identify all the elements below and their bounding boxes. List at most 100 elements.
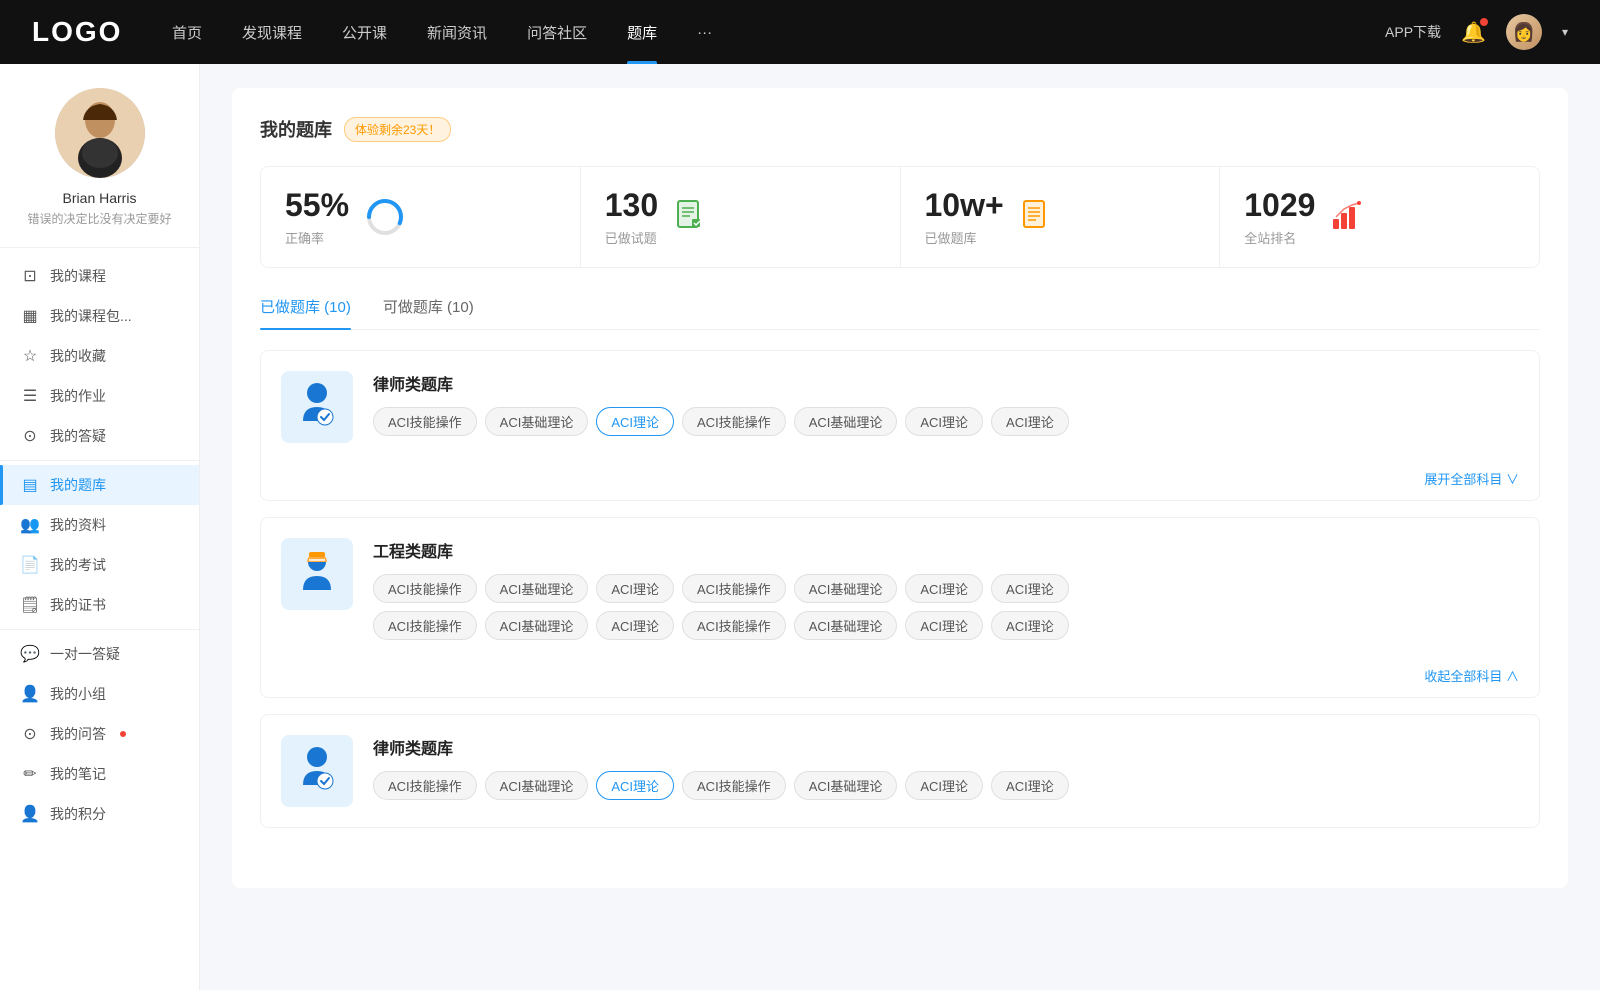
qbank-tag[interactable]: ACI基础理论 [485,611,589,640]
done-questions-label: 已做试题 [605,228,658,247]
rank-number: 1029 [1244,187,1315,224]
tab-available[interactable]: 可做题库 (10) [383,296,474,329]
qbank-tag[interactable]: ACI理论 [991,771,1069,800]
qbank-tag-selected[interactable]: ACI理论 [596,407,674,436]
nav-opencourse[interactable]: 公开课 [322,0,407,64]
qbank-tag[interactable]: ACI理论 [905,771,983,800]
qbank-tag[interactable]: ACI理论 [991,407,1069,436]
sidebar-item-label: 我的课程 [50,266,106,286]
qbank-tag[interactable]: ACI基础理论 [794,407,898,436]
nav-home[interactable]: 首页 [152,0,222,64]
rank-label: 全站排名 [1244,228,1315,247]
app-download[interactable]: APP下载 [1385,22,1441,42]
qbank-icon-engineer [281,538,353,610]
qbank-tag[interactable]: ACI基础理论 [485,574,589,603]
bell-button[interactable]: 🔔 [1461,20,1486,45]
qbank-tags: ACI技能操作 ACI基础理论 ACI理论 ACI技能操作 ACI基础理论 AC… [373,407,1519,436]
sidebar-item-label: 我的积分 [50,804,106,824]
qbank-tag[interactable]: ACI理论 [991,611,1069,640]
qbank-tag[interactable]: ACI基础理论 [794,771,898,800]
sidebar-item-notes[interactable]: ✏ 我的笔记 [0,754,199,794]
qbank-tag[interactable]: ACI基础理论 [485,771,589,800]
qbank-tag[interactable]: ACI理论 [905,407,983,436]
qbank-footer: 展开全部科目 ∨ [261,463,1539,500]
sidebar-profile: Brian Harris 错误的决定比没有决定要好 [0,88,199,248]
qbank-content: 工程类题库 ACI技能操作 ACI基础理论 ACI理论 ACI技能操作 ACI基… [373,538,1519,640]
sidebar-item-groups[interactable]: 👤 我的小组 [0,674,199,714]
qbank-tag[interactable]: ACI理论 [905,574,983,603]
nav-links: 首页 发现课程 公开课 新闻资讯 问答社区 题库 ··· [152,0,1385,64]
qbank-name: 工程类题库 [373,538,1519,562]
question2-icon: ⊙ [20,724,40,744]
sidebar-item-questions[interactable]: ⊙ 我的问答 [0,714,199,754]
qbank-tag-selected[interactable]: ACI理论 [596,771,674,800]
sidebar-item-courses[interactable]: ⊡ 我的课程 [0,256,199,296]
exam-icon: 📄 [20,555,40,575]
qbank-tag[interactable]: ACI技能操作 [682,574,786,603]
question-icon: ⊙ [20,426,40,446]
homework-icon: ☰ [20,386,40,406]
qbank-header: 工程类题库 ACI技能操作 ACI基础理论 ACI理论 ACI技能操作 ACI基… [261,518,1539,660]
qbank-tag[interactable]: ACI技能操作 [682,771,786,800]
sidebar-item-points[interactable]: 👤 我的积分 [0,794,199,834]
notification-dot [120,731,126,737]
nav-news[interactable]: 新闻资讯 [407,0,507,64]
sidebar-item-label: 我的笔记 [50,764,106,784]
nav-discover[interactable]: 发现课程 [222,0,322,64]
sidebar-item-materials[interactable]: 👥 我的资料 [0,505,199,545]
qbank-tag[interactable]: ACI技能操作 [682,407,786,436]
sidebar-item-favorites[interactable]: ☆ 我的收藏 [0,336,199,376]
sidebar-item-certificates[interactable]: 🗒 我的证书 [0,585,199,625]
collapse-button[interactable]: 收起全部科目 ∧ [1424,666,1519,685]
sidebar-item-label: 我的答疑 [50,426,106,446]
sidebar-item-label: 我的资料 [50,515,106,535]
user-name: Brian Harris [63,190,137,206]
qbank-tag[interactable]: ACI基础理论 [794,611,898,640]
main-content: 我的题库 体验剩余23天！ 55% 正确率 [200,64,1600,990]
qbank-icon-lawyer [281,371,353,443]
nav-qbank[interactable]: 题库 [607,0,677,64]
qbank-tag[interactable]: ACI理论 [596,574,674,603]
sidebar-item-qa[interactable]: ⊙ 我的答疑 [0,416,199,456]
qbank-tag[interactable]: ACI技能操作 [682,611,786,640]
nav-qa[interactable]: 问答社区 [507,0,607,64]
sidebar-item-course-packages[interactable]: ▦ 我的课程包... [0,296,199,336]
qbank-name: 律师类题库 [373,371,1519,395]
qbank-content: 律师类题库 ACI技能操作 ACI基础理论 ACI理论 ACI技能操作 ACI基… [373,371,1519,436]
qbank-tag[interactable]: ACI基础理论 [485,407,589,436]
nav-more[interactable]: ··· [677,0,732,64]
stats-row: 55% 正确率 130 已做试题 [260,166,1540,268]
logo: LOGO [32,16,152,48]
tab-done[interactable]: 已做题库 (10) [260,296,351,329]
qbank-tag[interactable]: ACI技能操作 [373,771,477,800]
sidebar-item-tutoring[interactable]: 💬 一对一答疑 [0,634,199,674]
qbank-tag[interactable]: ACI技能操作 [373,407,477,436]
qbank-tag[interactable]: ACI技能操作 [373,611,477,640]
qbank-tag[interactable]: ACI理论 [905,611,983,640]
qbank-tags-row1: ACI技能操作 ACI基础理论 ACI理论 ACI技能操作 ACI基础理论 AC… [373,574,1519,603]
sidebar-item-qbank[interactable]: ▤ 我的题库 [0,465,199,505]
main-inner: 我的题库 体验剩余23天！ 55% 正确率 [232,88,1568,888]
avatar[interactable]: 👩 [1506,14,1542,50]
sidebar-menu: ⊡ 我的课程 ▦ 我的课程包... ☆ 我的收藏 ☰ 我的作业 ⊙ 我的答疑 ▤ [0,256,199,834]
qbank-tag[interactable]: ACI理论 [596,611,674,640]
doc-orange-icon [1020,199,1052,236]
done-banks-label: 已做题库 [925,228,1004,247]
page-title: 我的题库 [260,116,332,142]
qbank-tags-row2: ACI技能操作 ACI基础理论 ACI理论 ACI技能操作 ACI基础理论 AC… [373,611,1519,640]
qbank-tag[interactable]: ACI技能操作 [373,574,477,603]
sidebar-item-label: 一对一答疑 [50,644,120,664]
expand-button[interactable]: 展开全部科目 ∨ [1424,469,1519,488]
qbank-tag[interactable]: ACI理论 [991,574,1069,603]
qbank-header: 律师类题库 ACI技能操作 ACI基础理论 ACI理论 ACI技能操作 ACI基… [261,715,1539,827]
sidebar-item-homework[interactable]: ☰ 我的作业 [0,376,199,416]
sidebar-item-label: 我的题库 [50,475,106,495]
avatar-image [55,88,145,178]
bar-chart-icon: ▦ [20,306,40,326]
sidebar-item-label: 我的课程包... [50,306,132,326]
chevron-down-icon[interactable]: ▾ [1562,25,1568,39]
qbank-icon-lawyer-2 [281,735,353,807]
qbank-header: 律师类题库 ACI技能操作 ACI基础理论 ACI理论 ACI技能操作 ACI基… [261,351,1539,463]
sidebar-item-exams[interactable]: 📄 我的考试 [0,545,199,585]
qbank-tag[interactable]: ACI基础理论 [794,574,898,603]
